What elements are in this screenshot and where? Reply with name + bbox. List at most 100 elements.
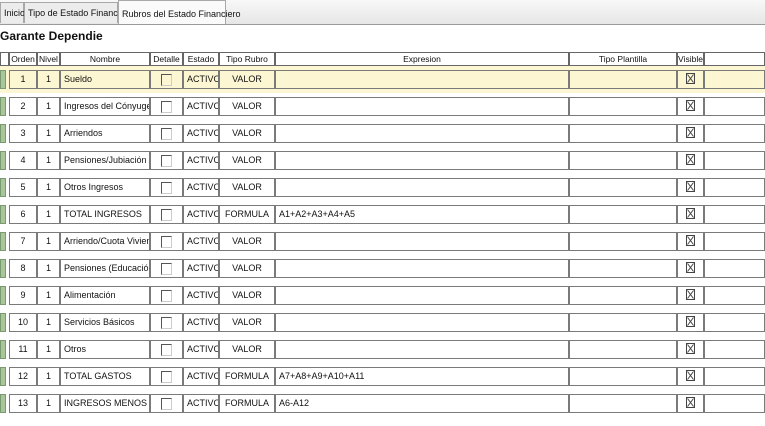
cell-orden[interactable]: 11 <box>9 340 37 359</box>
cell-nivel[interactable]: 1 <box>37 313 60 332</box>
visible-checkbox-icon[interactable] <box>686 100 695 111</box>
detalle-checkbox[interactable] <box>161 317 172 329</box>
cell-extra[interactable] <box>704 151 765 170</box>
detalle-checkbox[interactable] <box>161 371 172 383</box>
cell-tipo-plantilla[interactable] <box>569 340 677 359</box>
cell-estado[interactable]: ACTIVO <box>183 313 219 332</box>
cell-nombre[interactable]: Sueldo <box>60 70 150 89</box>
cell-tipo-rubro[interactable]: FORMULA <box>219 367 275 386</box>
table-row[interactable]: 12 1 TOTAL GASTOS ACTIVO FORMULA A7+A8+A9+A10… <box>0 363 765 390</box>
cell-visible[interactable] <box>677 232 704 251</box>
row-marker[interactable] <box>0 313 6 332</box>
cell-expresion[interactable]: A1+A2+A3+A4+A5 <box>275 205 569 224</box>
cell-nivel[interactable]: 1 <box>37 205 60 224</box>
cell-estado[interactable]: ACTIVO <box>183 178 219 197</box>
cell-orden[interactable]: 9 <box>9 286 37 305</box>
visible-checkbox-icon[interactable] <box>686 127 695 138</box>
cell-estado[interactable]: ACTIVO <box>183 151 219 170</box>
cell-estado[interactable]: ACTIVO <box>183 259 219 278</box>
cell-tipo-plantilla[interactable] <box>569 70 677 89</box>
cell-extra[interactable] <box>704 178 765 197</box>
cell-expresion[interactable] <box>275 286 569 305</box>
cell-tipo-plantilla[interactable] <box>569 313 677 332</box>
table-row[interactable]: 1 1 Sueldo ACTIVO VALOR <box>0 66 765 93</box>
cell-estado[interactable]: ACTIVO <box>183 232 219 251</box>
cell-detalle[interactable] <box>150 259 183 278</box>
visible-checkbox-icon[interactable] <box>686 343 695 354</box>
cell-detalle[interactable] <box>150 232 183 251</box>
cell-nivel[interactable]: 1 <box>37 151 60 170</box>
cell-nivel[interactable]: 1 <box>37 97 60 116</box>
cell-extra[interactable] <box>704 97 765 116</box>
table-row[interactable]: 131INGRESOS MENOS GAST ACTIVOFORMULAA6-A1… <box>0 390 765 417</box>
cell-orden[interactable]: 5 <box>9 178 37 197</box>
visible-checkbox-icon[interactable] <box>686 289 695 300</box>
row-marker[interactable] <box>0 97 6 116</box>
cell-nivel[interactable]: 1 <box>37 232 60 251</box>
cell-nivel[interactable]: 1 <box>37 70 60 89</box>
cell-nombre[interactable]: Otros Ingresos <box>60 178 150 197</box>
row-marker[interactable] <box>0 286 6 305</box>
detalle-checkbox[interactable] <box>161 155 172 167</box>
table-row[interactable]: 9 1 Alimentación ACTIVO VALOR <box>0 282 765 309</box>
cell-extra[interactable] <box>704 70 765 89</box>
visible-checkbox-icon[interactable] <box>686 397 695 408</box>
cell-orden[interactable]: 2 <box>9 97 37 116</box>
cell-extra[interactable] <box>704 124 765 143</box>
detalle-checkbox[interactable] <box>161 101 172 113</box>
cell-expresion[interactable] <box>275 178 569 197</box>
cell-orden[interactable]: 1 <box>9 70 37 89</box>
row-marker[interactable] <box>0 205 6 224</box>
cell-tipo-rubro[interactable]: VALOR <box>219 313 275 332</box>
cell-visible[interactable] <box>677 394 704 413</box>
detalle-checkbox[interactable] <box>161 182 172 194</box>
cell-estado[interactable]: ACTIVO <box>183 286 219 305</box>
tab-rubros-estado-financiero[interactable]: Rubros del Estado Financiero <box>118 0 241 24</box>
visible-checkbox-icon[interactable] <box>686 262 695 273</box>
detalle-checkbox[interactable] <box>161 128 172 140</box>
cell-detalle[interactable] <box>150 394 183 413</box>
cell-nivel[interactable]: 1 <box>37 124 60 143</box>
visible-checkbox-icon[interactable] <box>686 370 695 381</box>
cell-estado[interactable]: ACTIVO <box>183 97 219 116</box>
visible-checkbox-icon[interactable] <box>686 73 695 84</box>
visible-checkbox-icon[interactable] <box>686 316 695 327</box>
cell-detalle[interactable] <box>150 286 183 305</box>
cell-detalle[interactable] <box>150 97 183 116</box>
cell-tipo-rubro[interactable]: FORMULA <box>219 205 275 224</box>
cell-nombre[interactable]: INGRESOS MENOS GAST <box>60 394 150 413</box>
header-tipo-plantilla[interactable]: Tipo Plantilla <box>569 52 677 66</box>
cell-estado[interactable]: ACTIVO <box>183 394 219 413</box>
cell-estado[interactable]: ACTIVO <box>183 340 219 359</box>
cell-detalle[interactable] <box>150 151 183 170</box>
cell-orden[interactable]: 6 <box>9 205 37 224</box>
cell-extra[interactable] <box>704 205 765 224</box>
detalle-checkbox[interactable] <box>161 236 172 248</box>
cell-tipo-plantilla[interactable] <box>569 178 677 197</box>
cell-nivel[interactable]: 1 <box>37 178 60 197</box>
row-marker[interactable] <box>0 151 6 170</box>
table-row[interactable]: 10 1 Servicios Básicos ACTIVO VALOR <box>0 309 765 336</box>
cell-expresion[interactable] <box>275 151 569 170</box>
cell-expresion[interactable] <box>275 124 569 143</box>
row-marker[interactable] <box>0 70 6 89</box>
cell-tipo-plantilla[interactable] <box>569 205 677 224</box>
table-row[interactable]: 6 1 TOTAL INGRESOS ACTIVO FORMULA A1+A2+A3+A4… <box>0 201 765 228</box>
cell-extra[interactable] <box>704 259 765 278</box>
cell-nombre[interactable]: Arriendo/Cuota Vivienda <box>60 232 150 251</box>
cell-extra[interactable] <box>704 232 765 251</box>
cell-nombre[interactable]: Pensiones/Jubiación <box>60 151 150 170</box>
cell-nombre[interactable]: Servicios Básicos <box>60 313 150 332</box>
cell-expresion[interactable]: A6-A12 <box>275 394 569 413</box>
header-expresion[interactable]: Expresion <box>275 52 569 66</box>
cell-tipo-rubro[interactable]: VALOR <box>219 124 275 143</box>
cell-extra[interactable] <box>704 340 765 359</box>
tab-inicio[interactable]: Inicio <box>0 2 25 23</box>
cell-tipo-rubro[interactable]: VALOR <box>219 340 275 359</box>
row-marker[interactable] <box>0 367 6 386</box>
cell-visible[interactable] <box>677 367 704 386</box>
cell-expresion[interactable] <box>275 340 569 359</box>
cell-tipo-rubro[interactable]: FORMULA <box>219 394 275 413</box>
cell-detalle[interactable] <box>150 205 183 224</box>
row-marker[interactable] <box>0 232 6 251</box>
